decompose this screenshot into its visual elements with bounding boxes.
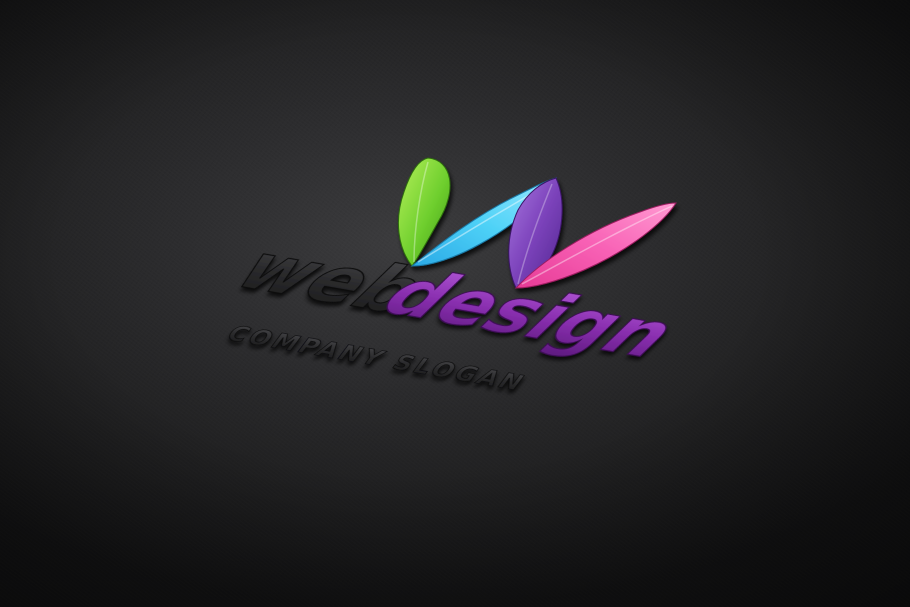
logo: web design COMPANY SLOGAN <box>221 157 691 396</box>
mockup-surface: web design COMPANY SLOGAN <box>0 0 910 607</box>
